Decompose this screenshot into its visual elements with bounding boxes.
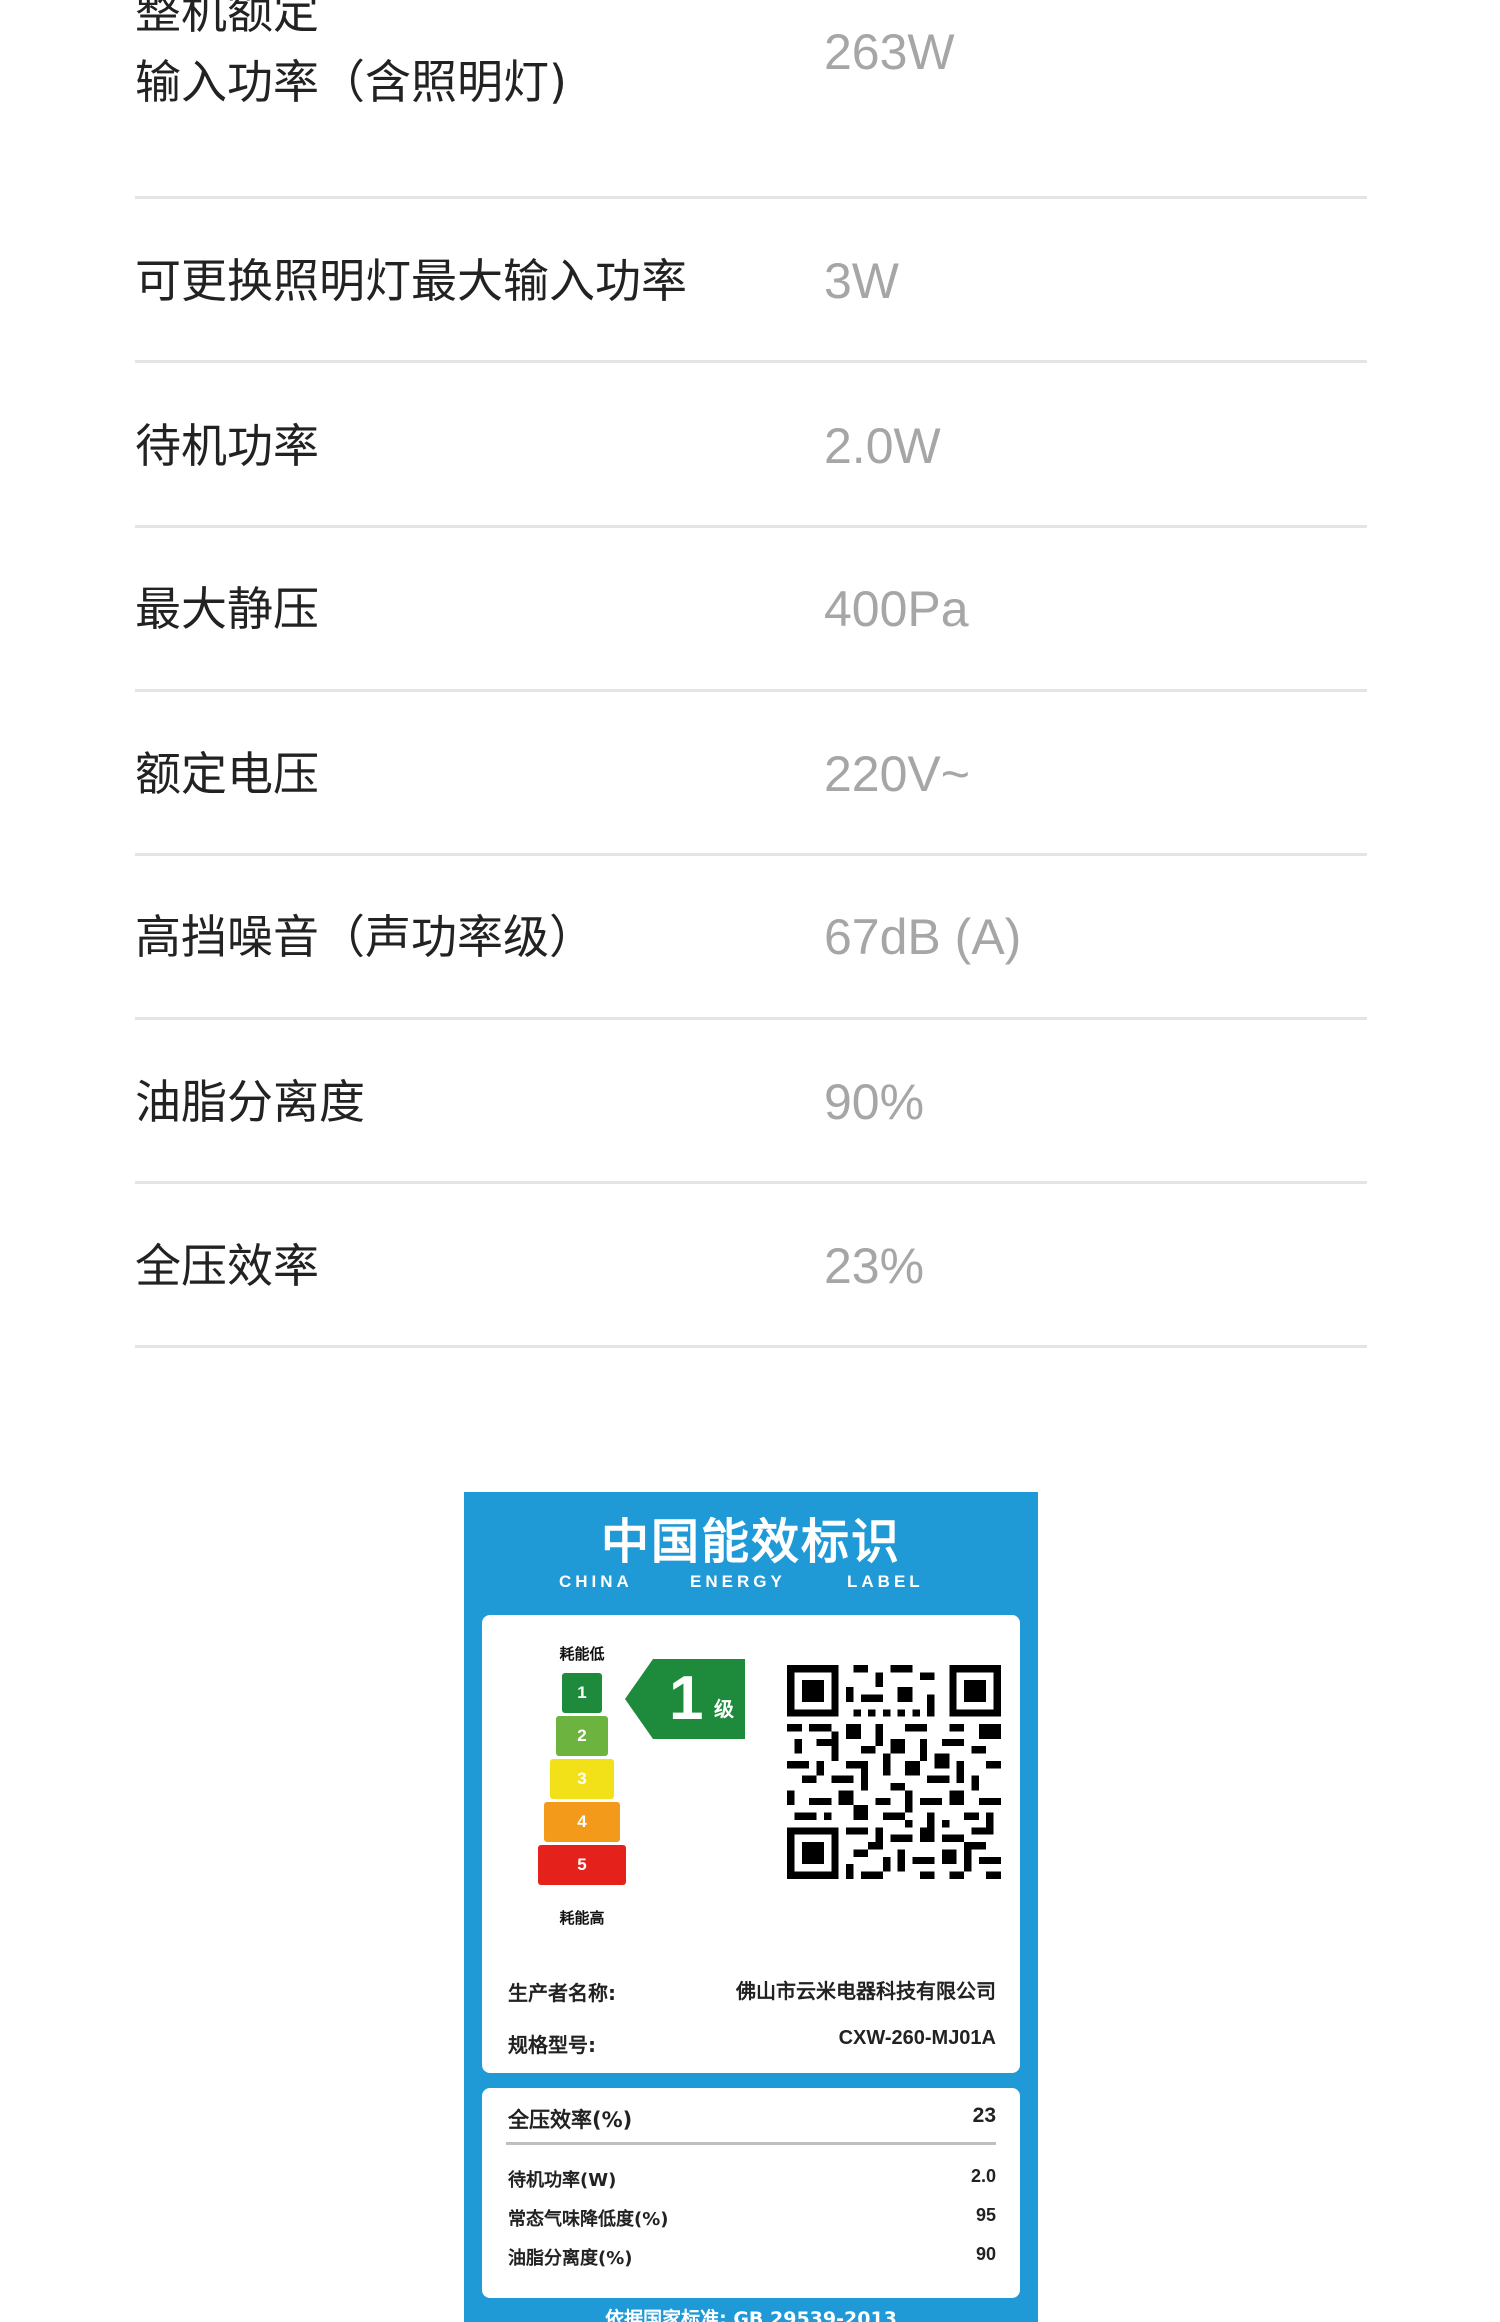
spec-label: 待机功率: [135, 419, 319, 473]
spec-row-standby-power: 待机功率 2.0W: [135, 363, 1367, 528]
performance-label: 油脂分离度(%): [508, 2248, 633, 2269]
producer-value: 佛山市云米电器科技有限公司: [736, 1979, 996, 2003]
spec-value: 400Pa: [824, 581, 969, 637]
china-energy-label: 中国能效标识 CHINA ENERGY LABEL 耗能低 1 2 3 4 5 …: [464, 1492, 1038, 2322]
model-label: 规格型号:: [508, 2033, 596, 2057]
spec-label: 整机额定: [135, 0, 319, 39]
spec-row-rated-input-power: 整机额定 输入功率（含照明灯) 263W: [135, 0, 1367, 200]
qr-code[interactable]: [787, 1665, 1001, 1879]
spec-row-noise: 高挡噪音（声功率级） 67dB (A): [135, 855, 1367, 1020]
current-grade-indicator: 1 级: [625, 1659, 745, 1739]
qr-code-pattern: [787, 1665, 1001, 1879]
scale-high-label: 耗能高: [559, 1909, 605, 1927]
spec-label: 输入功率（含照明灯): [135, 55, 567, 109]
energy-label-main-panel: 耗能低 1 2 3 4 5 耗能高 1 级 生产者名称: 佛山市云米电器科技有限…: [482, 1615, 1020, 2073]
spec-row-lamp-power: 可更换照明灯最大输入功率 3W: [135, 199, 1367, 364]
producer-label: 生产者名称:: [508, 1981, 616, 2005]
spec-value: 23%: [824, 1238, 925, 1294]
current-grade-number: 1: [669, 1664, 704, 1733]
spec-row-total-pressure-efficiency: 全压效率 23%: [135, 1183, 1367, 1348]
spec-value: 3W: [824, 253, 899, 309]
spec-label: 高挡噪音（声功率级）: [135, 910, 595, 964]
performance-value: 2.0: [970, 2166, 996, 2186]
scale-low-label: 耗能低: [559, 1645, 605, 1663]
current-grade-unit: 级: [714, 1697, 734, 1721]
spec-value: 67dB (A): [824, 909, 1022, 965]
performance-divider: [506, 2142, 996, 2145]
spec-label: 最大静压: [135, 582, 319, 636]
grade-band-5: 5: [538, 1845, 626, 1885]
spec-row-max-static-pressure: 最大静压 400Pa: [135, 527, 1367, 692]
energy-grade-scale: 耗能低 1 2 3 4 5 耗能高: [522, 1643, 642, 1943]
spec-value: 90%: [824, 1074, 925, 1130]
spec-value: 263W: [824, 24, 955, 80]
energy-label-title: 中国能效标识: [600, 1514, 901, 1570]
spec-label: 额定电压: [135, 747, 319, 801]
performance-value: 95: [975, 2205, 996, 2225]
performance-label: 待机功率(W): [508, 2170, 617, 2191]
performance-value: 90: [975, 2244, 996, 2264]
subtitle-word: LABEL: [847, 1572, 924, 1591]
spec-value: 220V~: [824, 746, 970, 802]
spec-label: 可更换照明灯最大输入功率: [135, 254, 687, 308]
performance-label: 常态气味降低度(%): [508, 2209, 669, 2230]
model-value: CXW-260-MJ01A: [838, 2027, 996, 2049]
spec-label: 全压效率: [135, 1239, 319, 1293]
performance-label: 全压效率(%): [508, 2108, 633, 2132]
grade-band-3: 3: [550, 1759, 614, 1799]
energy-label-performance-panel: 全压效率(%) 23 待机功率(W) 2.0 常态气味降低度(%) 95 油脂分…: [482, 2088, 1020, 2298]
spec-row-grease-separation: 油脂分离度 90%: [135, 1019, 1367, 1184]
spec-value: 2.0W: [824, 418, 941, 474]
energy-label-footer: 依据国家标准: GB 29539-2013: [605, 2308, 897, 2322]
spec-table: 整机额定 输入功率（含照明灯) 263W 可更换照明灯最大输入功率 3W 待机功…: [135, 0, 1367, 1348]
subtitle-word: CHINA: [559, 1572, 633, 1591]
subtitle-word: ENERGY: [690, 1572, 786, 1591]
grade-band-4: 4: [544, 1802, 620, 1842]
spec-label: 油脂分离度: [135, 1075, 365, 1129]
performance-value: 23: [972, 2104, 996, 2127]
spec-row-rated-voltage: 额定电压 220V~: [135, 691, 1367, 856]
grade-band-1: 1: [562, 1673, 602, 1713]
row-divider: [135, 1345, 1367, 1348]
grade-band-2: 2: [556, 1716, 608, 1756]
